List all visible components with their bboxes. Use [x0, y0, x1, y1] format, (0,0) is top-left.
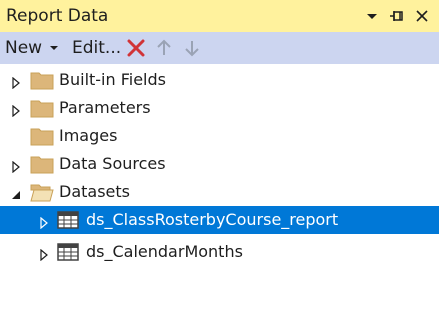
- expand-collapsed-icon[interactable]: [10, 102, 22, 118]
- tree-item-label: Datasets: [59, 182, 130, 201]
- tree-item-label: Data Sources: [59, 154, 166, 173]
- open-folder-icon: [30, 181, 54, 203]
- tree-item-label: Built-in Fields: [59, 70, 166, 89]
- close-icon[interactable]: [412, 6, 432, 26]
- tree-item-images[interactable]: Images: [0, 122, 439, 150]
- new-dropdown-button[interactable]: New: [5, 36, 59, 60]
- expand-collapsed-icon[interactable]: [10, 74, 22, 90]
- edit-button[interactable]: Edit...: [72, 36, 121, 60]
- move-down-icon[interactable]: [182, 38, 202, 58]
- folder-icon: [30, 125, 54, 147]
- pin-icon[interactable]: [387, 6, 407, 26]
- tree-item-datasets[interactable]: Datasets: [0, 178, 439, 206]
- tree-item-parameters[interactable]: Parameters: [0, 94, 439, 122]
- expand-collapsed-icon[interactable]: [38, 246, 50, 262]
- tree-item-built-in-fields[interactable]: Built-in Fields: [0, 66, 439, 94]
- window-position-dropdown-icon[interactable]: [362, 6, 382, 26]
- tree-item-label: Images: [59, 126, 118, 145]
- tree-item-data-sources[interactable]: Data Sources: [0, 150, 439, 178]
- panel-title: Report Data: [6, 6, 109, 26]
- chevron-down-icon: [50, 46, 59, 50]
- tree-item-label: ds_CalendarMonths: [86, 242, 243, 261]
- dataset-table-icon: [56, 241, 80, 263]
- expand-collapsed-icon[interactable]: [10, 158, 22, 174]
- tree-item-label: ds_ClassRosterbyCourse_report: [86, 210, 339, 229]
- tree-item-label: Parameters: [59, 98, 151, 117]
- move-up-icon[interactable]: [154, 38, 174, 58]
- expand-expanded-icon[interactable]: [10, 186, 22, 199]
- dataset-table-icon: [56, 209, 80, 231]
- tree-item-ds-calendarmonths[interactable]: ds_CalendarMonths: [0, 238, 439, 266]
- title-bar: Report Data: [0, 0, 439, 32]
- delete-icon[interactable]: [126, 38, 146, 58]
- folder-icon: [30, 97, 54, 119]
- expand-collapsed-icon[interactable]: [38, 214, 50, 230]
- folder-icon: [30, 69, 54, 91]
- report-data-panel: Report Data New Edit... Built-in Fields …: [0, 0, 439, 327]
- tree-item-ds-classrosterbycourse-report[interactable]: ds_ClassRosterbyCourse_report: [0, 206, 439, 234]
- toolbar: New Edit...: [0, 32, 439, 64]
- new-button-label: New: [5, 38, 43, 58]
- folder-icon: [30, 153, 54, 175]
